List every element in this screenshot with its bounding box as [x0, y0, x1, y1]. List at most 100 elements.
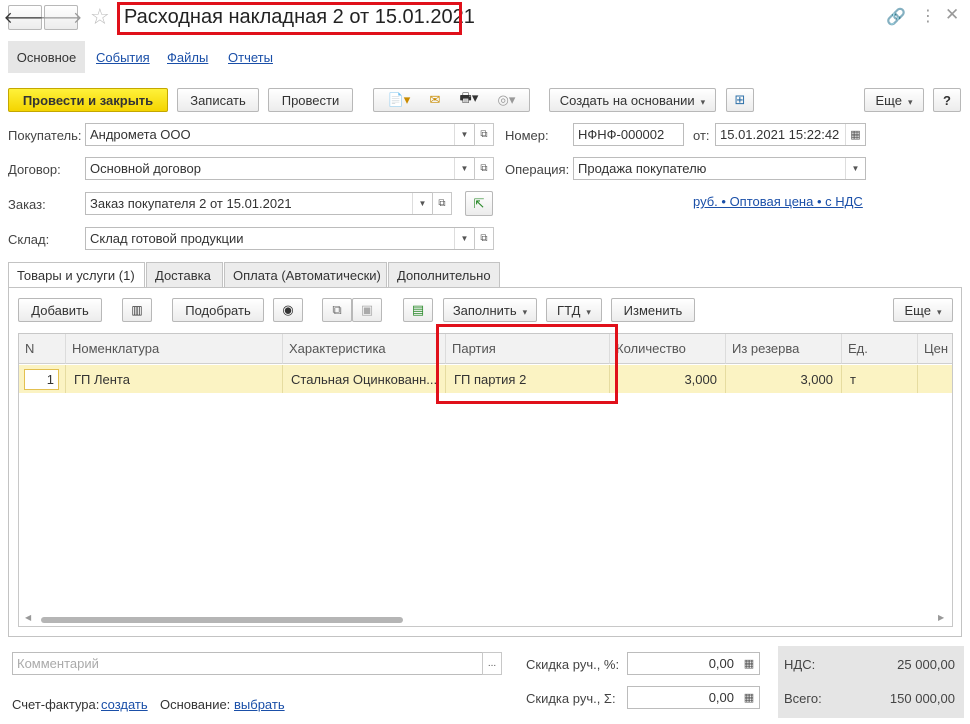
- column-header-quantity[interactable]: Количество: [610, 334, 726, 364]
- column-header-batch[interactable]: Партия: [446, 334, 610, 364]
- calendar-icon[interactable]: ▦: [845, 124, 865, 145]
- scroll-right-icon[interactable]: ▶: [938, 613, 944, 622]
- discount-sum-field[interactable]: 0,00 ▦: [627, 686, 760, 709]
- price-settings-link[interactable]: руб. • Оптовая цена • с НДС: [693, 194, 863, 209]
- calculator-icon[interactable]: ▦: [739, 653, 759, 674]
- status-icon[interactable]: ◎▾: [498, 92, 516, 108]
- operation-field[interactable]: Продажа покупателю ▼: [573, 157, 866, 180]
- vat-label: НДС:: [784, 657, 816, 672]
- open-buyer-icon[interactable]: ⧉: [474, 123, 494, 146]
- row-cell-batch[interactable]: ГП партия 2: [446, 365, 610, 393]
- row-cell-quantity[interactable]: 3,000: [610, 365, 726, 393]
- grid-more-button[interactable]: Еще: [893, 298, 953, 322]
- row-cell-characteristic[interactable]: Стальная Оцинкованн...: [283, 365, 446, 393]
- nav-tab-reports[interactable]: Отчеты: [228, 50, 273, 65]
- arrow-right-icon: 🡒: [39, 10, 83, 27]
- chevron-down-icon[interactable]: ▼: [454, 124, 474, 145]
- fill-table-icon[interactable]: ▤: [403, 298, 433, 322]
- create-based-on-button[interactable]: Создать на основании: [549, 88, 716, 112]
- chevron-down-icon[interactable]: ▼: [454, 228, 474, 249]
- more-vertical-icon[interactable]: ⋮: [920, 6, 936, 26]
- window-title: Расходная накладная 2 от 15.01.2021: [124, 6, 475, 28]
- invoice-label: Счет-фактура:: [12, 697, 100, 712]
- tab-additional[interactable]: Дополнительно: [388, 262, 500, 288]
- scrollbar-thumb[interactable]: [41, 617, 403, 623]
- discount-pct-label: Скидка руч., %:: [526, 657, 620, 672]
- number-label: Номер:: [505, 128, 549, 143]
- column-header-unit[interactable]: Ед.: [842, 334, 918, 364]
- column-header-price[interactable]: Цен: [918, 334, 952, 364]
- tab-payment[interactable]: Оплата (Автоматически): [224, 262, 387, 288]
- open-contract-icon[interactable]: ⧉: [474, 157, 494, 180]
- row-cell-nomenclature[interactable]: ГП Лента: [66, 365, 283, 393]
- column-header-n[interactable]: N: [19, 334, 66, 364]
- open-warehouse-icon[interactable]: ⧉: [474, 227, 494, 250]
- order-label: Заказ:: [8, 197, 46, 212]
- paste-icon[interactable]: ▣: [352, 298, 382, 322]
- eye-icon[interactable]: ◉: [273, 298, 303, 322]
- change-button[interactable]: Изменить: [611, 298, 695, 322]
- more-button[interactable]: Еще: [864, 88, 924, 112]
- column-header-characteristic[interactable]: Характеристика: [283, 334, 446, 364]
- nav-tab-events[interactable]: События: [96, 50, 150, 65]
- order-field[interactable]: Заказ покупателя 2 от 15.01.2021 ▼: [85, 192, 433, 215]
- structure-icon[interactable]: ⊞: [726, 88, 754, 112]
- vat-value: 25 000,00: [897, 657, 955, 672]
- pick-button[interactable]: Подобрать: [172, 298, 264, 322]
- barcode-icon[interactable]: ▥: [122, 298, 152, 322]
- comment-input[interactable]: Комментарий: [12, 652, 483, 675]
- nav-tab-files[interactable]: Файлы: [167, 50, 208, 65]
- operation-label: Операция:: [505, 162, 570, 177]
- help-button[interactable]: ?: [933, 88, 961, 112]
- basis-label: Основание:: [160, 697, 231, 712]
- basis-select-link[interactable]: выбрать: [234, 697, 285, 712]
- copy-icon[interactable]: ⧉: [322, 298, 352, 322]
- close-icon[interactable]: ✕: [945, 5, 959, 25]
- number-field[interactable]: НФНФ-000002: [573, 123, 684, 146]
- fill-button[interactable]: Заполнить: [443, 298, 537, 322]
- save-button[interactable]: Записать: [177, 88, 259, 112]
- post-button[interactable]: Провести: [268, 88, 353, 112]
- column-header-reserve[interactable]: Из резерва: [726, 334, 842, 364]
- warehouse-field[interactable]: Склад готовой продукции ▼: [85, 227, 475, 250]
- tab-delivery[interactable]: Доставка: [146, 262, 223, 288]
- row-cell-price[interactable]: [918, 365, 952, 393]
- buyer-field[interactable]: Андромета ООО ▼: [85, 123, 475, 146]
- chevron-down-icon[interactable]: ▼: [412, 193, 432, 214]
- row-cell-n[interactable]: 1: [19, 365, 66, 393]
- toolbar-icon-group: 📄▾ ✉ 🖶▾ ◎▾: [373, 88, 530, 112]
- post-and-close-button[interactable]: Провести и закрыть: [8, 88, 168, 112]
- chevron-down-icon[interactable]: ▼: [454, 158, 474, 179]
- fill-by-order-icon[interactable]: ⇱: [465, 191, 493, 216]
- column-header-nomenclature[interactable]: Номенклатура: [66, 334, 283, 364]
- contract-field[interactable]: Основной договор ▼: [85, 157, 475, 180]
- contract-label: Договор:: [8, 162, 61, 177]
- comment-expand-button[interactable]: ...: [482, 652, 502, 675]
- print-icon[interactable]: 🖶▾: [460, 89, 479, 111]
- open-order-icon[interactable]: ⧉: [432, 192, 452, 215]
- gtd-button[interactable]: ГТД: [546, 298, 602, 322]
- row-cell-unit[interactable]: т: [842, 365, 918, 393]
- back-button[interactable]: 🡐: [4, 5, 46, 30]
- horizontal-scrollbar[interactable]: ◀ ▶: [19, 613, 952, 626]
- total-label: Всего:: [784, 691, 822, 706]
- forward-button[interactable]: 🡒: [40, 5, 82, 30]
- total-value: 150 000,00: [889, 691, 955, 706]
- discount-pct-field[interactable]: 0,00 ▦: [627, 652, 760, 675]
- tab-goods-services[interactable]: Товары и услуги (1): [8, 262, 145, 288]
- add-row-button[interactable]: Добавить: [18, 298, 102, 322]
- favorite-star-icon[interactable]: ☆: [90, 4, 110, 30]
- buyer-label: Покупатель:: [8, 128, 82, 143]
- warehouse-label: Склад:: [8, 232, 50, 247]
- document-icon[interactable]: 📄▾: [388, 92, 411, 108]
- scroll-left-icon[interactable]: ◀: [25, 613, 31, 622]
- row-cell-reserve[interactable]: 3,000: [726, 365, 842, 393]
- link-icon[interactable]: 🔗: [886, 7, 906, 27]
- discount-sum-label: Скидка руч., Σ:: [526, 691, 616, 706]
- invoice-create-link[interactable]: создать: [101, 697, 148, 712]
- chevron-down-icon[interactable]: ▼: [845, 158, 865, 179]
- date-field[interactable]: 15.01.2021 15:22:42 ▦: [715, 123, 866, 146]
- mail-icon[interactable]: ✉: [429, 92, 440, 108]
- nav-tab-main[interactable]: Основное: [8, 41, 85, 73]
- calculator-icon[interactable]: ▦: [739, 687, 759, 708]
